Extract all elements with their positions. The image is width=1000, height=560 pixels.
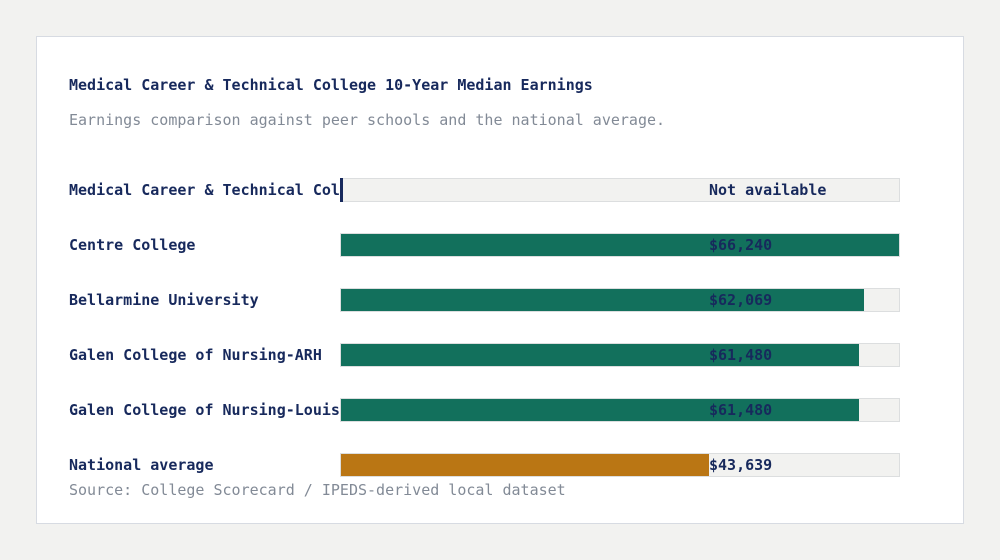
bar-row: Centre College $66,240: [69, 233, 932, 257]
bar-value-label: $61,480: [709, 346, 773, 364]
bar-track: Not available: [340, 178, 900, 202]
bar-value-label: $62,069: [709, 291, 773, 309]
chart-title: Medical Career & Technical College 10-Ye…: [69, 76, 593, 94]
bar-value-label: $61,480: [709, 401, 773, 419]
bar-row: Medical Career & Technical Col Not avail…: [69, 178, 932, 202]
bar-value-label: $43,639: [709, 456, 773, 474]
bar-track: $62,069: [340, 288, 900, 312]
bar-row: Galen College of Nursing-ARH $61,480: [69, 343, 932, 367]
row-label: National average: [69, 456, 214, 474]
bar-fill: [341, 399, 859, 421]
bar-row: National average $43,639: [69, 453, 932, 477]
zero-marker: [340, 178, 343, 202]
bar-track: $43,639: [340, 453, 900, 477]
chart-card: Medical Career & Technical College 10-Ye…: [36, 36, 964, 524]
chart-source: Source: College Scorecard / IPEDS-derive…: [69, 481, 566, 499]
row-label: Galen College of Nursing-Louis: [69, 401, 340, 419]
bar-track: $66,240: [340, 233, 900, 257]
bar-fill: [341, 344, 859, 366]
chart-subtitle: Earnings comparison against peer schools…: [69, 111, 666, 129]
row-label: Medical Career & Technical Col: [69, 181, 340, 199]
bar-fill: [341, 289, 864, 311]
bar-value-label: Not available: [709, 181, 827, 199]
row-label: Galen College of Nursing-ARH: [69, 346, 322, 364]
bar-fill: [341, 454, 709, 476]
bar-track: $61,480: [340, 398, 900, 422]
row-label: Bellarmine University: [69, 291, 259, 309]
row-label: Centre College: [69, 236, 196, 254]
bar-chart: Medical Career & Technical Col Not avail…: [69, 178, 932, 478]
bar-row: Galen College of Nursing-Louis $61,480: [69, 398, 932, 422]
bar-value-label: $66,240: [709, 236, 773, 254]
bar-track: $61,480: [340, 343, 900, 367]
bar-fill: [341, 234, 899, 256]
bar-row: Bellarmine University $62,069: [69, 288, 932, 312]
